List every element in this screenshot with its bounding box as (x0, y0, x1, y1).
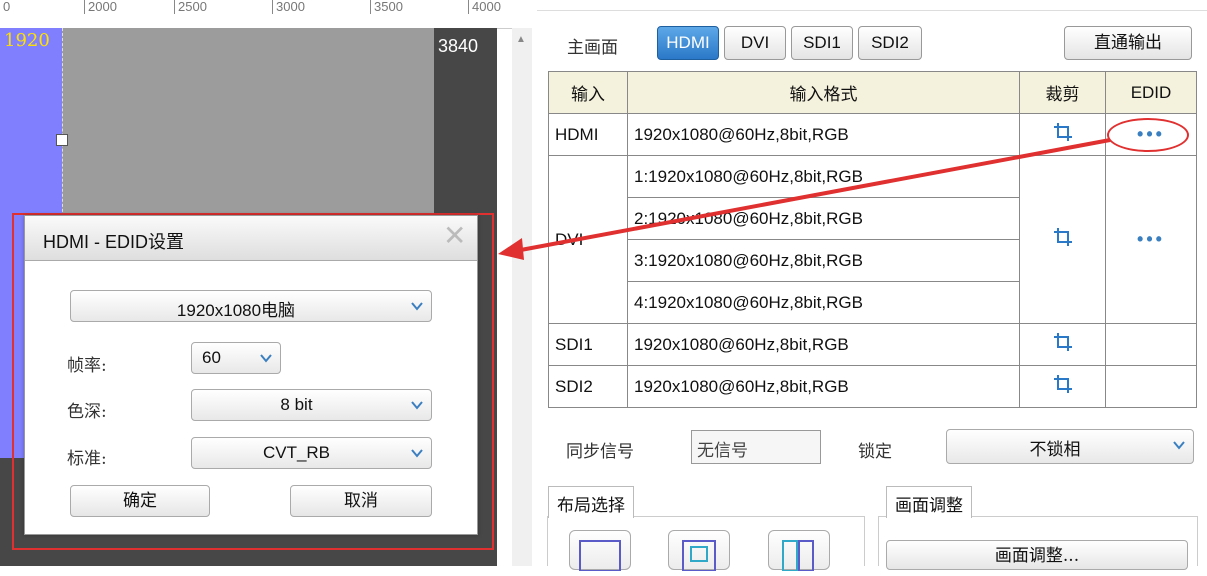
chevron-down-icon (411, 449, 423, 458)
ruler-tick-3500: 3500 (370, 0, 403, 14)
column-header-crop: 裁剪 (1019, 71, 1106, 114)
table-header-row: 输入 输入格式 裁剪 EDID (548, 71, 1197, 114)
edid-settings-dialog: HDMI - EDID设置 ✕ 1920x1080电脑 帧率: 60 色深: 8… (24, 215, 478, 535)
color-depth-label: 色深: (67, 402, 107, 422)
ruler-tick-2500: 2500 (174, 0, 207, 14)
table-row: SDI2 1920x1080@60Hz,8bit,RGB (548, 365, 1197, 408)
edid-cell (1105, 365, 1197, 408)
layout-select-tab[interactable]: 布局选择 (548, 486, 634, 518)
crop-cell (1019, 323, 1106, 366)
input-format: 1920x1080@60Hz,8bit,RGB (627, 323, 1020, 366)
resolution-preset-value: 1920x1080电脑 (176, 301, 296, 320)
color-depth-value: 8 bit (280, 395, 313, 414)
tab-sdi1[interactable]: SDI1 (791, 26, 853, 60)
layout-split-button[interactable] (768, 530, 830, 572)
layout-single-button[interactable] (569, 530, 631, 572)
frame-rate-label: 帧率: (67, 356, 107, 376)
tab-sdi2[interactable]: SDI2 (858, 26, 922, 60)
standard-select[interactable]: CVT_RB (191, 437, 432, 469)
ruler-tick-4000: 4000 (468, 0, 501, 14)
dialog-titlebar[interactable]: HDMI - EDID设置 ✕ (25, 216, 477, 261)
edid-cell (1105, 323, 1197, 366)
layout-pip-button[interactable] (668, 530, 730, 572)
edid-more-button[interactable]: ••• (1137, 229, 1165, 249)
ok-button[interactable]: 确定 (70, 485, 210, 517)
panel-top-divider (537, 10, 1207, 11)
column-header-input: 输入 (548, 71, 628, 114)
column-header-edid: EDID (1105, 71, 1197, 114)
close-icon[interactable]: ✕ (443, 222, 466, 250)
layout-pip-icon (682, 540, 716, 572)
scroll-up-icon[interactable]: ▲ (516, 34, 526, 45)
resolution-preset-select[interactable]: 1920x1080电脑 (70, 290, 432, 322)
sync-signal-value: 无信号 (697, 441, 748, 461)
chevron-down-icon (411, 401, 423, 410)
vertical-scrollbar[interactable] (512, 28, 532, 566)
chevron-down-icon (1173, 441, 1185, 450)
input-format: 4:1920x1080@60Hz,8bit,RGB (627, 281, 1020, 324)
input-name: SDI1 (548, 323, 628, 366)
horizontal-ruler: 0 2000 2500 3000 3500 4000 (0, 0, 512, 29)
frame-rate-select[interactable]: 60 (191, 342, 281, 374)
sync-signal-label: 同步信号 (566, 442, 634, 462)
tab-hdmi[interactable]: HDMI (657, 26, 719, 60)
crop-cell (1019, 365, 1106, 408)
main-screen-label: 主画面 (567, 38, 618, 58)
lock-label: 锁定 (858, 442, 892, 462)
crop-icon[interactable] (1053, 374, 1073, 394)
input-name: SDI2 (548, 365, 628, 408)
standard-value: CVT_RB (262, 443, 331, 462)
frame-rate-value: 60 (202, 348, 221, 367)
resize-handle[interactable] (56, 134, 68, 146)
chevron-down-icon (411, 302, 423, 311)
ruler-tick-3000: 3000 (272, 0, 305, 14)
ruler-label-origin: 0 (3, 0, 11, 14)
passthrough-output-button[interactable]: 直通输出 (1064, 26, 1192, 60)
layout-split-icon (782, 540, 814, 572)
column-header-format: 输入格式 (627, 71, 1020, 114)
lock-value: 不锁相 (1029, 440, 1081, 460)
table-row: SDI1 1920x1080@60Hz,8bit,RGB (548, 323, 1197, 366)
layer-width-value: 3840 (438, 36, 479, 56)
layout-single-icon (579, 540, 621, 572)
standard-label: 标准: (67, 449, 107, 469)
tab-dvi[interactable]: DVI (724, 26, 786, 60)
layer-position-value: 1920 (4, 30, 50, 51)
cancel-button[interactable]: 取消 (290, 485, 432, 517)
dialog-title: HDMI - EDID设置 (43, 232, 184, 252)
crop-icon[interactable] (1053, 332, 1073, 352)
ruler-tick-2000: 2000 (84, 0, 117, 14)
annotation-arrow (498, 138, 1111, 260)
input-format: 1920x1080@60Hz,8bit,RGB (627, 365, 1020, 408)
color-depth-select[interactable]: 8 bit (191, 389, 432, 421)
image-adjust-tab[interactable]: 画面调整 (886, 486, 972, 518)
chevron-down-icon (260, 354, 272, 363)
lock-select[interactable]: 不锁相 (946, 429, 1194, 464)
